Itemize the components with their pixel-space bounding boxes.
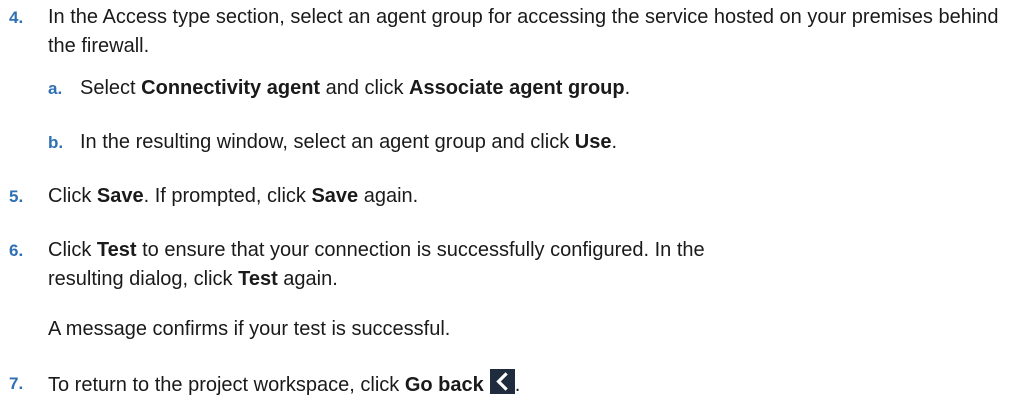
ui-term: Use bbox=[574, 131, 612, 153]
step-number: 7. bbox=[9, 374, 24, 393]
chevron-left-icon bbox=[489, 369, 515, 394]
step-text: In the Access type section, select an ag… bbox=[48, 6, 999, 57]
step-number: 5. bbox=[9, 187, 24, 206]
ui-term: Connectivity agent bbox=[141, 77, 321, 99]
ui-term: Go back bbox=[404, 374, 484, 396]
step-text: Click Save. If prompted, click Save agai… bbox=[48, 185, 419, 207]
substep-letter: b. bbox=[48, 133, 64, 152]
ui-term: Associate agent group bbox=[409, 77, 625, 99]
step-number: 4. bbox=[9, 8, 24, 27]
ui-term: Save bbox=[96, 185, 144, 207]
substep-letter: a. bbox=[48, 79, 63, 98]
ui-term: Save bbox=[311, 185, 359, 207]
step-6-note: A message confirms if your test is succe… bbox=[48, 318, 451, 340]
step-number: 6. bbox=[9, 241, 24, 260]
ui-term: Test bbox=[96, 239, 137, 261]
ui-term: Test bbox=[238, 268, 278, 290]
instructions-document: 4. In the Access type section, select an… bbox=[0, 0, 1034, 407]
substep-text: In the resulting window, select an agent… bbox=[80, 131, 618, 153]
substep-text: Select Connectivity agent and click Asso… bbox=[80, 77, 631, 99]
step-text: Click Test to ensure that your connectio… bbox=[48, 239, 705, 290]
step-text: To return to the project workspace, clic… bbox=[48, 369, 1028, 400]
